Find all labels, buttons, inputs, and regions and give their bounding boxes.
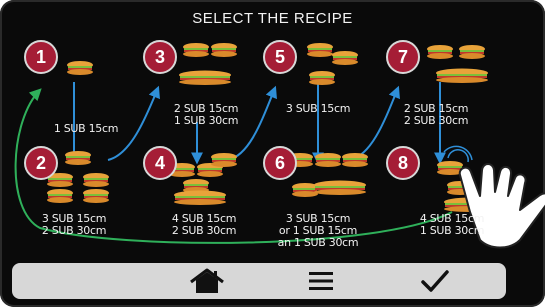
recipe-line: 2 SUB 30cm bbox=[403, 114, 469, 127]
recipe-number: 4 bbox=[154, 153, 165, 173]
recipe-number: 3 bbox=[154, 47, 165, 67]
menu-icon bbox=[309, 272, 333, 290]
recipe-number: 8 bbox=[397, 153, 408, 173]
tray-illustration-5 bbox=[307, 43, 358, 85]
recipe-1-label: 1 SUB 15cm bbox=[30, 123, 142, 135]
home-button[interactable] bbox=[162, 263, 252, 299]
recipe-number: 1 bbox=[35, 47, 46, 67]
tray-illustration-6 bbox=[287, 153, 368, 197]
recipe-4-label: 4 SUB 15cm 2 SUB 30cm bbox=[148, 213, 260, 237]
recipe-6-button[interactable]: 6 bbox=[263, 146, 297, 180]
tap-ripple bbox=[443, 145, 473, 163]
recipe-line: 2 SUB 30cm bbox=[41, 224, 107, 237]
recipe-3-label: 2 SUB 15cm 1 SUB 30cm bbox=[150, 103, 262, 127]
recipe-7-button[interactable]: 7 bbox=[386, 40, 420, 74]
recipe-5-label: 3 SUB 15cm bbox=[262, 103, 374, 115]
tray-illustration-7 bbox=[427, 45, 488, 83]
recipe-number: 5 bbox=[274, 47, 285, 67]
recipe-2-button[interactable]: 2 bbox=[24, 146, 58, 180]
recipe-2-label: 3 SUB 15cm 2 SUB 30cm bbox=[18, 213, 130, 237]
recipe-number: 2 bbox=[35, 153, 46, 173]
confirm-button[interactable] bbox=[390, 263, 480, 299]
recipe-7-label: 2 SUB 15cm 2 SUB 30cm bbox=[380, 103, 492, 127]
tray-illustration-3 bbox=[179, 43, 237, 85]
recipe-8-button[interactable]: 8 bbox=[386, 146, 420, 180]
home-icon bbox=[190, 268, 224, 293]
recipe-1-button[interactable]: 1 bbox=[24, 40, 58, 74]
recipe-4-button[interactable]: 4 bbox=[143, 146, 177, 180]
recipe-line: 2 SUB 30cm bbox=[171, 224, 237, 237]
tray-illustration-4 bbox=[169, 153, 237, 205]
recipe-8-label: 4 SUB 15cm 1 SUB 30cm bbox=[396, 213, 508, 237]
oven-touchscreen: SELECT THE RECIPE 1 2 3 4 5 6 7 8 1 SUB … bbox=[0, 0, 545, 307]
menu-button[interactable] bbox=[276, 263, 366, 299]
recipe-line: 1 SUB 15cm bbox=[53, 122, 119, 135]
recipe-line: 1 SUB 30cm bbox=[173, 114, 239, 127]
recipe-line: an 1 SUB 30cm bbox=[277, 236, 359, 249]
recipe-3-button[interactable]: 3 bbox=[143, 40, 177, 74]
recipe-6-label: 3 SUB 15cm or 1 SUB 15cm an 1 SUB 30cm bbox=[262, 213, 374, 249]
recipe-number: 6 bbox=[274, 153, 285, 173]
recipe-line: 1 SUB 30cm bbox=[419, 224, 485, 237]
recipe-5-button[interactable]: 5 bbox=[263, 40, 297, 74]
recipe-line: 3 SUB 15cm bbox=[285, 102, 351, 115]
checkmark-icon bbox=[421, 270, 449, 292]
tray-illustration-1 bbox=[67, 61, 93, 75]
bottom-nav-bar bbox=[12, 263, 506, 299]
recipe-number: 7 bbox=[397, 47, 408, 67]
